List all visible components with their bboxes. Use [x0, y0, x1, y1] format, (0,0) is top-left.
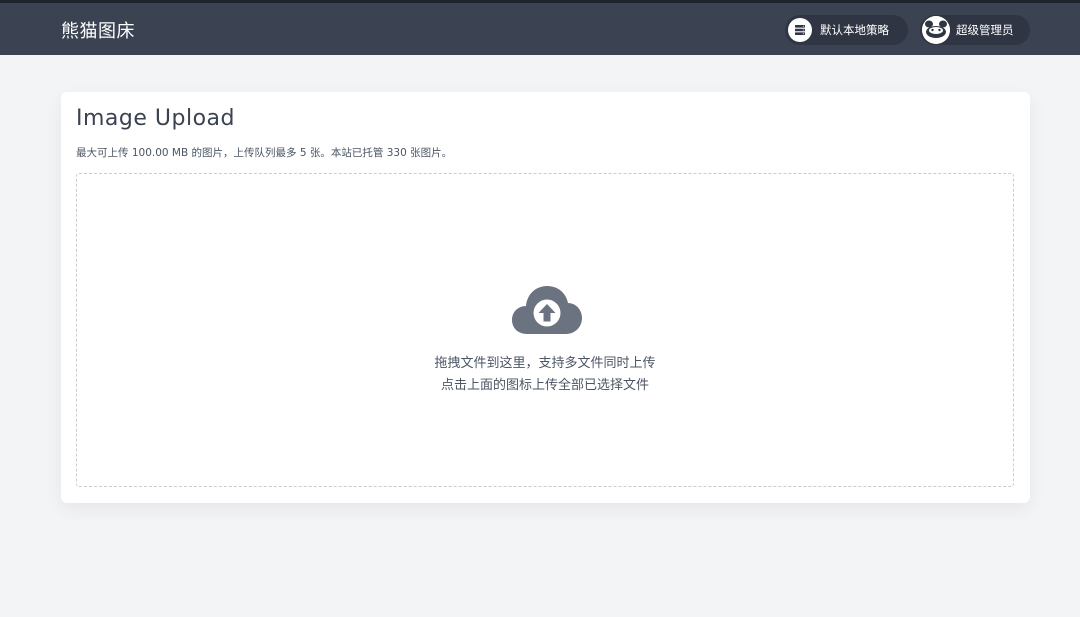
- storage-strategy-label: 默认本地策略: [820, 23, 889, 37]
- upload-limits-text: 最大可上传 100.00 MB 的图片，上传队列最多 5 张。本站已托管 330…: [76, 147, 453, 159]
- cloud-upload-icon[interactable]: [511, 282, 583, 336]
- dropzone-instruction-drag: 拖拽文件到这里，支持多文件同时上传: [434, 356, 656, 371]
- storage-strategy-button[interactable]: 默认本地策略: [785, 15, 908, 45]
- top-navbar: 熊猫图床 默认本地策略 超级管理员: [0, 0, 1080, 55]
- upload-dropzone[interactable]: 拖拽文件到这里，支持多文件同时上传 点击上面的图标上传全部已选择文件: [76, 173, 1014, 487]
- upload-card: Image Upload 最大可上传 100.00 MB 的图片，上传队列最多 …: [61, 92, 1030, 503]
- avatar-icon: [922, 16, 950, 44]
- user-menu-button[interactable]: 超级管理员: [920, 15, 1030, 45]
- site-brand[interactable]: 熊猫图床: [61, 17, 135, 43]
- page-title: Image Upload: [76, 106, 235, 131]
- dropzone-instruction-click: 点击上面的图标上传全部已选择文件: [440, 378, 649, 393]
- user-name-label: 超级管理员: [956, 23, 1014, 37]
- storage-icon: [788, 18, 812, 42]
